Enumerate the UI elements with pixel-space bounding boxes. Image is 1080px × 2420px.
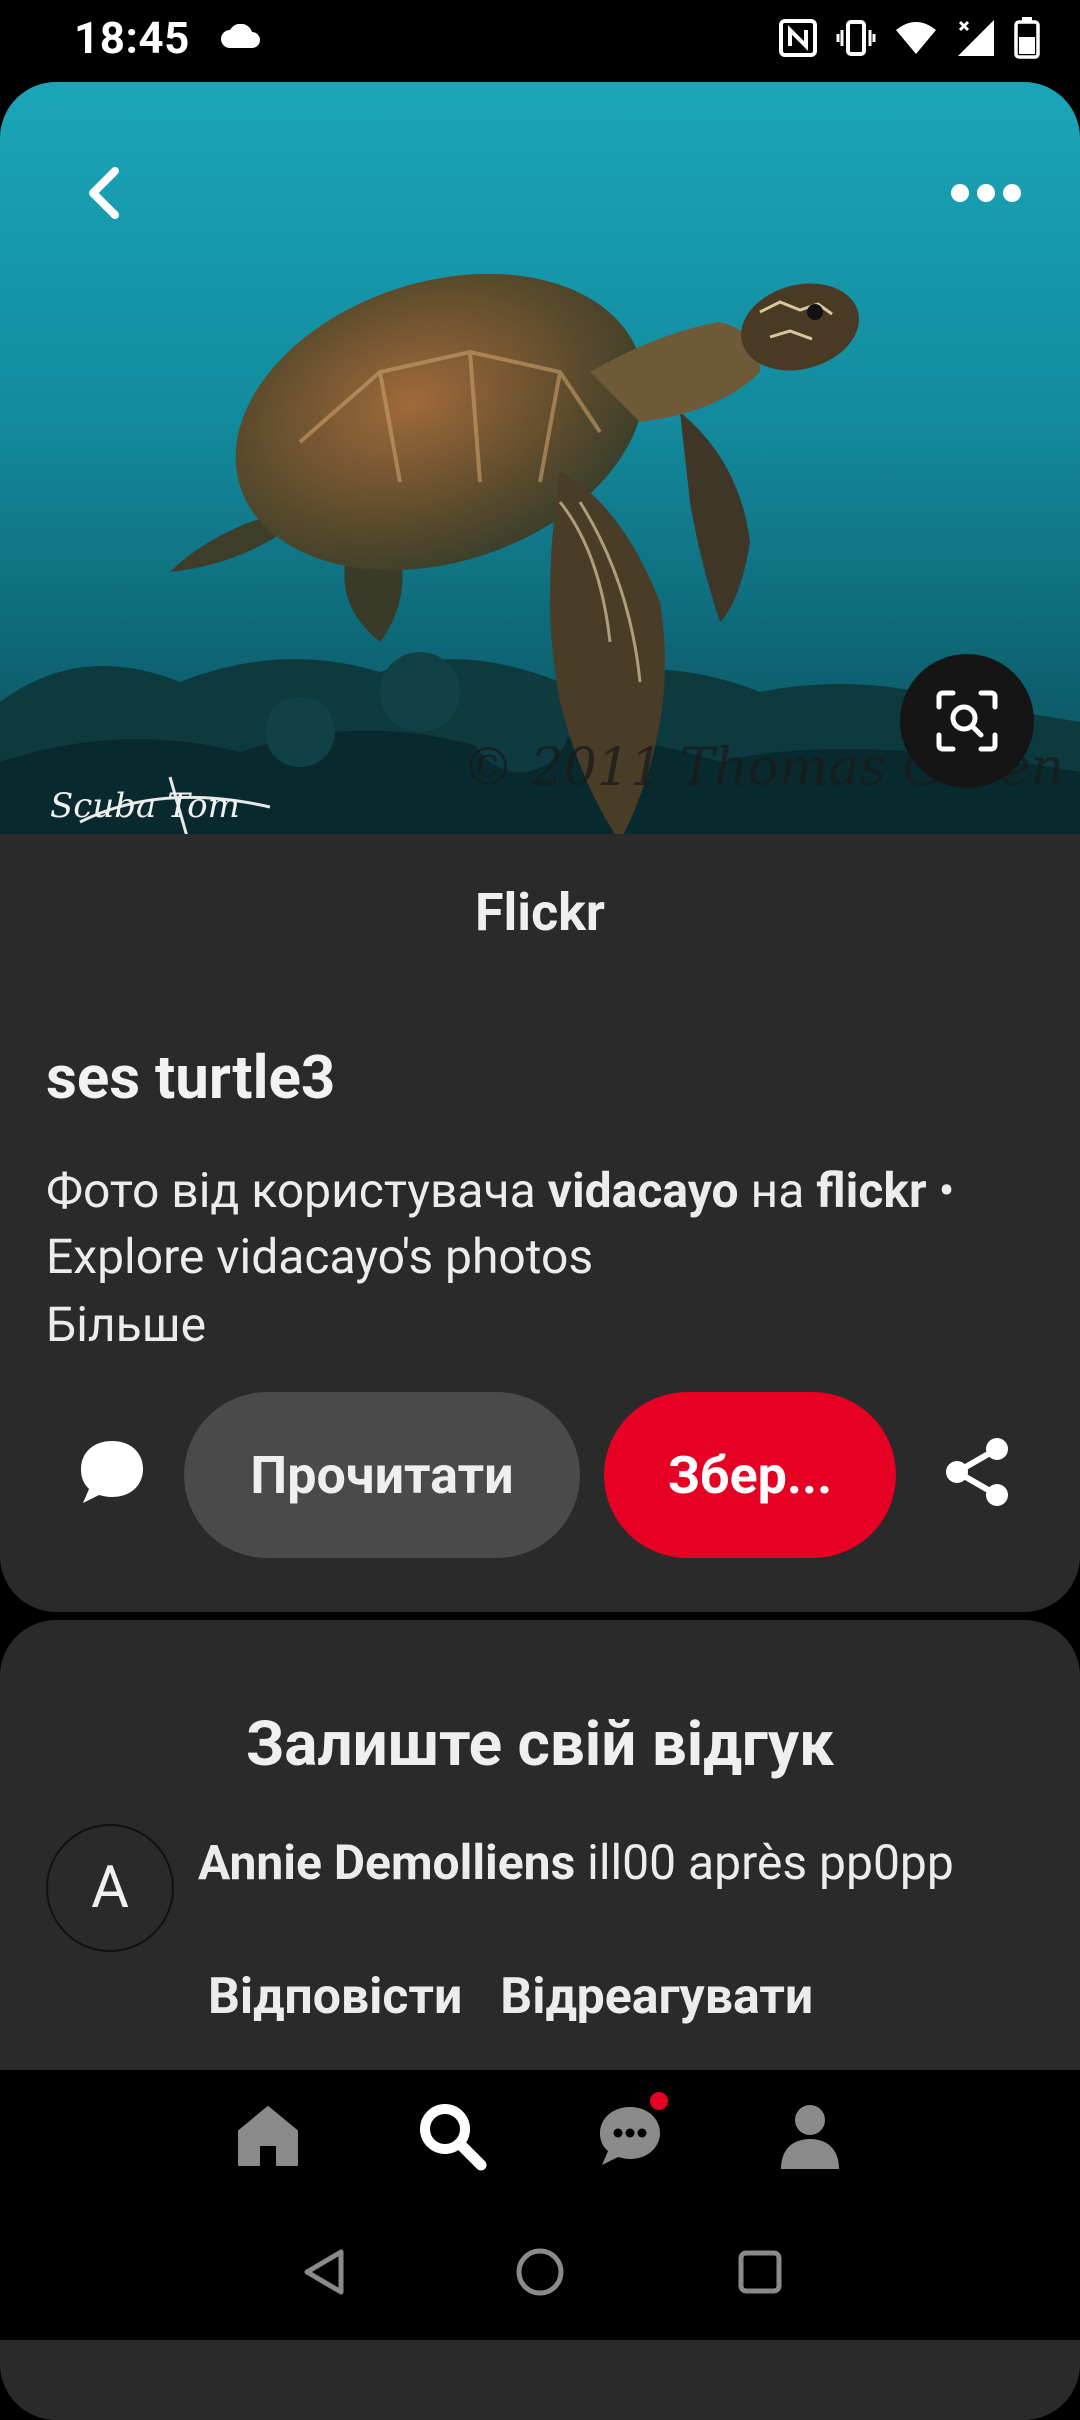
comment-text: Annie Demolliens ill00 après pp0pp [198,1830,1018,1896]
comment-author[interactable]: Annie Demolliens [198,1834,575,1891]
wifi-icon [894,20,938,56]
bottom-nav [0,2070,1080,2200]
avatar[interactable]: A [46,1824,174,1952]
status-bar: 18:45 [0,0,1080,78]
more-link[interactable]: Більше [46,1296,206,1353]
system-home-button[interactable] [508,2240,572,2304]
pin-description-prefix: Фото від користувача [46,1162,548,1219]
nfc-icon [778,18,818,58]
more-options-button[interactable] [936,156,1036,230]
vibrate-icon [836,18,876,58]
pin-description-site[interactable]: flickr [816,1162,926,1219]
nav-search[interactable] [412,2096,492,2176]
system-recents-button[interactable] [728,2240,792,2304]
back-arrow-icon [89,167,119,219]
messages-notification-dot [650,2092,668,2110]
svg-text:Scuba Tom: Scuba Tom [50,786,240,826]
reply-button[interactable]: Відповісти [208,1968,462,2026]
nav-home[interactable] [228,2096,308,2176]
pin-description: Фото від користувача vidacayo на flickr … [46,1158,1026,1290]
save-button[interactable]: Збер... [604,1392,896,1558]
share-button[interactable] [936,1430,1020,1514]
signal-icon [956,18,996,58]
comment-actions: Відповісти Відреагувати [208,1968,813,2026]
messages-icon [600,2107,660,2165]
back-button[interactable] [68,156,142,230]
share-icon [946,1438,1008,1506]
comment-icon [81,1441,143,1503]
react-button[interactable]: Відреагувати [500,1968,813,2026]
more-options-icon [951,184,1021,202]
pin-card: © 2011 Thomas Green Scuba Tom Flickr ses… [0,82,1080,1612]
home-icon [238,2106,298,2166]
comment-button[interactable] [72,1432,152,1512]
image-watermark-left-logo: Scuba Tom [40,762,300,834]
cloud-icon [220,23,262,50]
status-time: 18:45 [74,12,190,64]
battery-icon [1014,17,1040,59]
circle-home-icon [516,2248,564,2296]
pin-description-middle: на [738,1162,817,1219]
visual-search-button[interactable] [900,654,1034,788]
triangle-back-icon [304,2249,344,2295]
nav-profile[interactable] [770,2096,850,2176]
system-nav-bar [0,2200,1080,2340]
pin-actions: Прочитати Збер... [0,1392,1080,1558]
pin-title: ses turtle3 [46,1042,336,1113]
search-icon [420,2104,487,2171]
pin-description-user[interactable]: vidacayo [548,1162,739,1219]
visual-search-icon [936,690,998,752]
square-recents-icon [738,2250,782,2294]
feedback-heading: Залиште свій відгук [245,1708,835,1781]
comment-body: ill00 après pp0pp [575,1834,954,1891]
profile-icon [781,2105,839,2169]
read-button[interactable]: Прочитати [184,1392,580,1558]
pin-source-label[interactable]: Flickr [0,882,1080,943]
system-back-button[interactable] [292,2240,356,2304]
